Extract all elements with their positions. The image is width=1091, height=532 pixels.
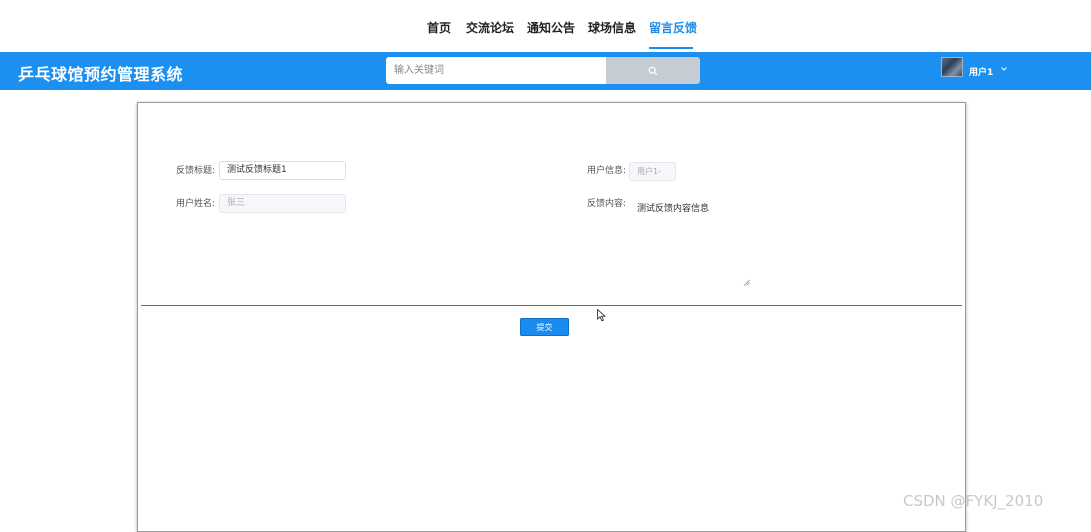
top-navigation: 首页 交流论坛 通知公告 球场信息 留言反馈 <box>0 0 1091 52</box>
nav-active-indicator <box>649 47 693 49</box>
user-name-label: 用户姓名: <box>176 199 216 209</box>
nav-item-home[interactable]: 首页 <box>427 19 451 36</box>
form-divider <box>141 305 962 306</box>
search-button[interactable] <box>606 57 700 84</box>
site-title: 乒乓球馆预约管理系统 <box>18 65 184 84</box>
feedback-title-input[interactable]: 测试反馈标题1 <box>219 161 346 180</box>
nav-item-forum[interactable]: 交流论坛 <box>466 19 514 36</box>
avatar[interactable] <box>941 57 963 77</box>
nav-item-feedback[interactable]: 留言反馈 <box>649 19 697 36</box>
user-name[interactable]: 用户1 <box>969 65 993 78</box>
submit-button[interactable]: 提交 <box>520 318 569 336</box>
feedback-content-label: 反馈内容: <box>587 199 627 209</box>
feedback-title-label: 反馈标题: <box>176 166 216 176</box>
nav-item-courts[interactable]: 球场信息 <box>588 19 636 36</box>
user-info-input: 用户1- <box>629 162 676 181</box>
nav-item-notices[interactable]: 通知公告 <box>527 19 575 36</box>
feedback-content-textarea[interactable]: 测试反馈内容信息 <box>629 191 751 287</box>
feedback-content-text: 测试反馈内容信息 <box>637 204 710 214</box>
chevron-down-icon[interactable] <box>1001 67 1007 71</box>
user-info-label: 用户信息: <box>587 166 627 176</box>
search-icon <box>648 66 658 75</box>
watermark: CSDN @FYKJ_2010 <box>903 492 1044 510</box>
mouse-cursor-icon <box>597 309 606 322</box>
user-name-input: 张三 <box>219 194 346 213</box>
resize-handle-icon[interactable] <box>743 279 750 286</box>
header-bar: 乒乓球馆预约管理系统 用户1 <box>0 52 1091 90</box>
search-input[interactable] <box>386 57 606 84</box>
